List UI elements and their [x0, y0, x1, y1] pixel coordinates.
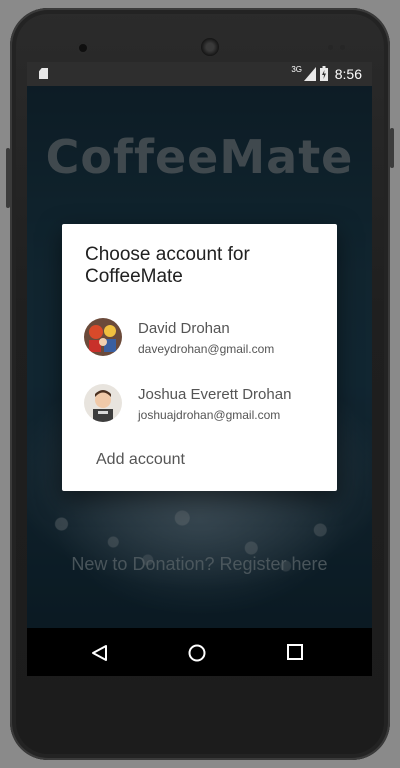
light-sensor [340, 45, 345, 50]
signal-icon [304, 67, 316, 81]
home-icon[interactable] [188, 644, 206, 662]
avatar [84, 318, 122, 356]
navigation-bar [27, 628, 372, 676]
proximity-sensor [328, 45, 333, 50]
account-item-joshua[interactable]: Joshua Everett Drohan joshuajdrohan@gmai… [62, 372, 337, 436]
account-chooser-dialog: Choose account for CoffeeMate David Droh… [62, 224, 337, 491]
volume-button [6, 148, 10, 208]
recents-icon[interactable] [287, 644, 303, 660]
avatar [84, 384, 122, 422]
account-name: Joshua Everett Drohan [138, 386, 292, 403]
add-account-button[interactable]: Add account [96, 451, 185, 469]
dialog-title: Choose account for CoffeeMate [85, 244, 250, 287]
earpiece-speaker [201, 38, 219, 56]
account-item-david[interactable]: David Drohan daveydrohan@gmail.com [62, 306, 337, 370]
network-type: 3G [291, 65, 302, 74]
front-camera [79, 44, 87, 52]
account-email: joshuajdrohan@gmail.com [138, 408, 281, 422]
account-email: daveydrohan@gmail.com [138, 342, 275, 356]
battery-icon [320, 66, 328, 81]
power-button [390, 128, 394, 168]
account-name: David Drohan [138, 320, 230, 337]
back-icon[interactable] [91, 644, 109, 662]
clock: 8:56 [334, 66, 362, 82]
sd-card-icon [39, 68, 48, 79]
status-bar: 3G 8:56 [27, 62, 372, 86]
